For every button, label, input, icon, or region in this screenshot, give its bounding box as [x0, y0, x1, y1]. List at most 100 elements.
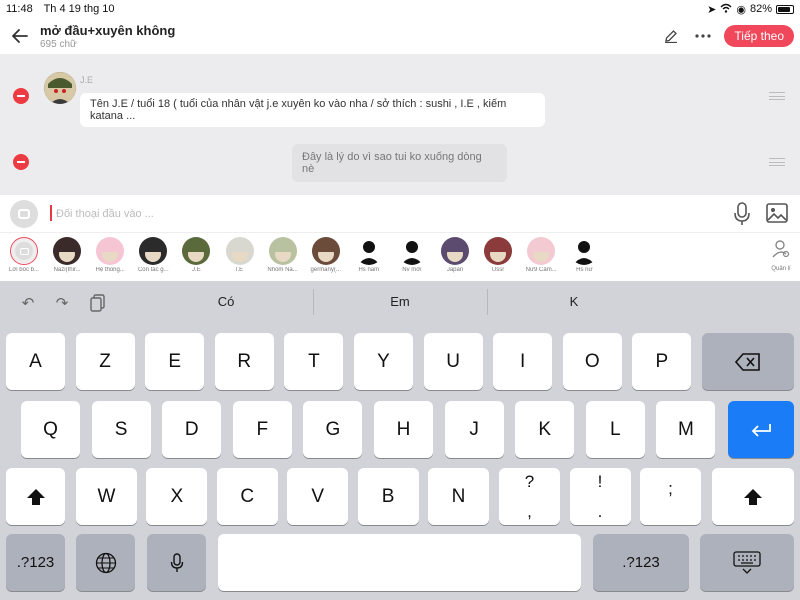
key-i[interactable]: I — [493, 333, 553, 390]
delete-message-button[interactable] — [13, 154, 29, 170]
key-z[interactable]: Z — [75, 333, 135, 390]
key-k[interactable]: K — [515, 401, 575, 458]
avatar — [527, 237, 556, 265]
character-name: Nữ9 Câm... — [525, 267, 557, 273]
character-option[interactable]: Nhóm Na... — [261, 237, 305, 273]
character-option[interactable]: Nv mới — [390, 237, 434, 273]
numbers-key[interactable]: .?123 — [593, 534, 689, 591]
character-name: Lời bốc b... — [9, 267, 39, 273]
key-y[interactable]: Y — [354, 333, 413, 390]
avatar — [225, 237, 254, 265]
suggestion-1[interactable]: Có — [186, 294, 266, 309]
key-j[interactable]: J — [444, 401, 504, 458]
character-option[interactable]: Japan — [433, 237, 477, 273]
character-option[interactable]: Hs nam — [347, 237, 391, 273]
key-o[interactable]: O — [562, 333, 622, 390]
key-p[interactable]: P — [632, 333, 692, 390]
insert-image-button[interactable] — [766, 203, 788, 223]
manage-characters-button[interactable]: Quản lí — [764, 239, 798, 272]
return-key[interactable] — [728, 401, 794, 458]
character-option[interactable]: Nazi(thir... — [45, 237, 89, 273]
dictation-key[interactable] — [147, 534, 206, 591]
key-punctuation[interactable]: ; — [640, 468, 701, 525]
battery-icon — [776, 4, 794, 14]
key-m[interactable]: M — [656, 401, 716, 458]
return-icon — [751, 423, 771, 437]
key-v[interactable]: V — [287, 468, 349, 525]
key-u[interactable]: U — [423, 333, 483, 390]
key-g[interactable]: G — [303, 401, 363, 458]
key-punctuation[interactable]: ?, — [499, 468, 560, 525]
message-bubble[interactable]: Tên J.E / tuổi 18 ( tuổi của nhân vật j.… — [80, 93, 545, 127]
undo-icon[interactable]: ↶ — [18, 293, 38, 313]
character-option[interactable]: Con tác g... — [131, 237, 175, 273]
globe-key[interactable] — [76, 534, 135, 591]
numbers-key[interactable]: .?123 — [6, 534, 65, 591]
character-option[interactable]: Lời bốc b... — [2, 237, 46, 273]
narration-bubble[interactable]: Đây là lý do vì sao tui ko xuống dòng nè — [292, 144, 507, 182]
battery-percent: 82% — [749, 3, 772, 15]
shift-key-left[interactable] — [6, 468, 65, 525]
key-q[interactable]: Q — [21, 401, 80, 458]
key-r[interactable]: R — [214, 333, 274, 390]
backspace-icon — [735, 352, 760, 371]
voice-input-button[interactable] — [732, 202, 752, 226]
key-e[interactable]: E — [145, 333, 205, 390]
person-silhouette-icon — [354, 237, 383, 265]
key-l[interactable]: L — [585, 401, 645, 458]
suggestion-2[interactable]: Em — [360, 294, 440, 309]
character-name: Ussr — [491, 267, 505, 273]
drag-handle[interactable] — [769, 158, 785, 166]
character-option[interactable]: Nữ9 Câm... — [519, 237, 563, 273]
dialogue-input[interactable] — [56, 203, 656, 225]
drag-handle[interactable] — [769, 92, 785, 100]
character-option[interactable]: J.E — [174, 237, 218, 273]
redo-icon[interactable]: ↷ — [52, 293, 72, 313]
character-option[interactable]: I.E — [218, 237, 262, 273]
hide-keyboard-key[interactable] — [700, 534, 794, 591]
key-n[interactable]: N — [428, 468, 489, 525]
speaker-name: J.E — [80, 75, 94, 85]
character-option[interactable]: germany(... — [304, 237, 348, 273]
key-f[interactable]: F — [232, 401, 292, 458]
character-strip: Lời bốc b... Nazi(thir... Hệ thống... Con t… — [0, 233, 800, 281]
punctuation-char: , — [527, 502, 532, 522]
avatar — [441, 237, 469, 265]
key-c[interactable]: C — [216, 468, 278, 525]
back-button[interactable] — [0, 18, 40, 54]
character-option[interactable]: Hệ thống... — [88, 237, 132, 273]
manage-label: Quản lí — [771, 266, 791, 272]
avatar — [139, 237, 168, 265]
delete-message-button[interactable] — [13, 88, 29, 104]
character-option[interactable]: Ussr — [476, 237, 520, 273]
avatar — [182, 237, 211, 265]
space-key[interactable] — [218, 534, 581, 591]
backspace-key[interactable] — [702, 333, 794, 390]
key-a[interactable]: A — [6, 333, 65, 390]
clipboard-icon[interactable] — [88, 293, 108, 313]
manage-people-icon — [772, 240, 790, 258]
chat-bubble-icon — [18, 209, 30, 219]
key-w[interactable]: W — [76, 468, 137, 525]
shift-icon — [744, 488, 762, 505]
character-name: Con tác g... — [137, 267, 169, 273]
suggestion-3[interactable]: K — [534, 294, 614, 309]
edit-button[interactable] — [660, 25, 682, 47]
character-option[interactable]: Hs nữ — [562, 237, 606, 273]
key-s[interactable]: S — [91, 401, 151, 458]
next-button[interactable]: Tiếp theo — [724, 25, 794, 47]
narrator-chip[interactable] — [10, 200, 38, 228]
pencil-icon — [665, 30, 678, 43]
composer — [0, 195, 800, 233]
more-button[interactable] — [692, 25, 714, 47]
key-t[interactable]: T — [284, 333, 344, 390]
shift-key-right[interactable] — [712, 468, 794, 525]
microphone-icon — [734, 202, 750, 225]
key-punctuation[interactable]: !. — [569, 468, 631, 525]
character-name: Hs nam — [358, 267, 380, 273]
key-d[interactable]: D — [162, 401, 222, 458]
status-date: Th 4 19 thg 10 — [43, 3, 115, 15]
key-h[interactable]: H — [374, 401, 433, 458]
key-x[interactable]: X — [146, 468, 208, 525]
key-b[interactable]: B — [357, 468, 419, 525]
